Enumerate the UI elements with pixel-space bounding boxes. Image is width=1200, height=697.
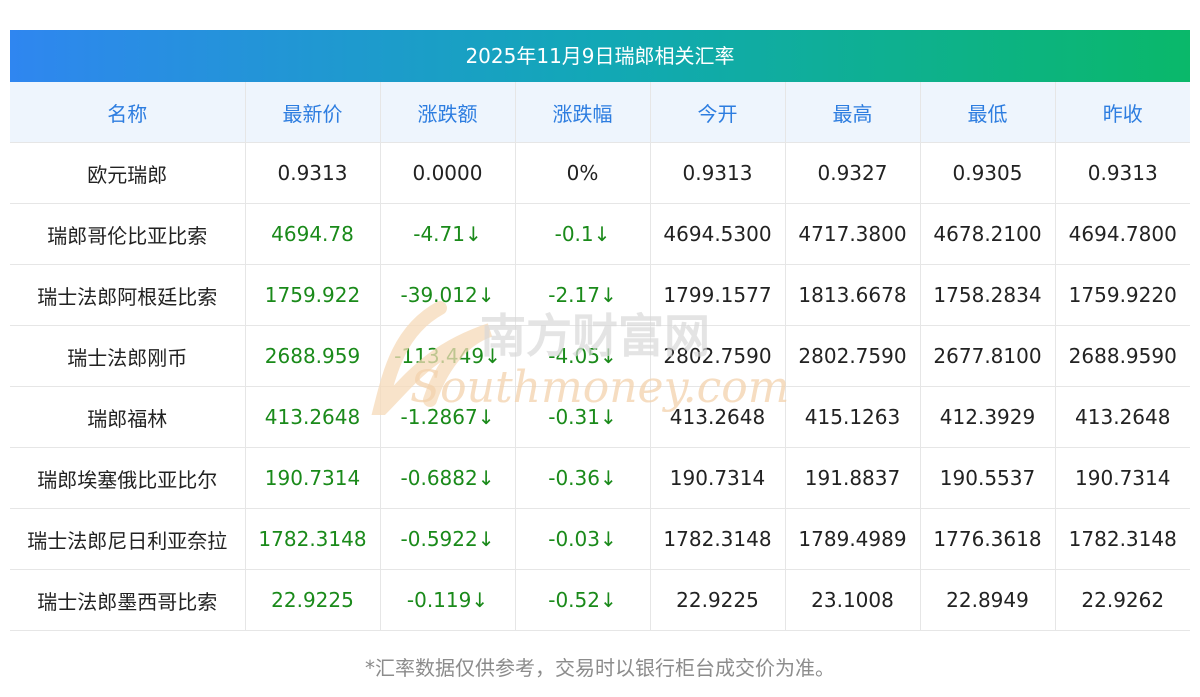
- cell-latest: 0.9313: [245, 142, 381, 204]
- cell-change: -4.71↓: [380, 203, 516, 265]
- cell-latest: 4694.78: [245, 203, 381, 265]
- cell-name: 瑞郎福林: [10, 386, 246, 448]
- cell-low: 412.3929: [920, 386, 1056, 448]
- cell-open: 1799.1577: [650, 264, 786, 326]
- cell-name: 瑞士法郎尼日利亚奈拉: [10, 508, 246, 570]
- cell-low: 1758.2834: [920, 264, 1056, 326]
- cell-low: 2677.8100: [920, 325, 1056, 387]
- rate-table-panel: 2025年11月9日瑞郎相关汇率 名称 最新价 涨跌额 涨跌幅 今开 最高 最低…: [10, 30, 1190, 631]
- cell-high: 415.1263: [785, 386, 921, 448]
- cell-prev-close: 2688.9590: [1055, 325, 1190, 387]
- header-low: 最低: [920, 82, 1056, 143]
- cell-open: 1782.3148: [650, 508, 786, 570]
- cell-prev-close: 413.2648: [1055, 386, 1190, 448]
- cell-open: 0.9313: [650, 142, 786, 204]
- cell-change-pct: -2.17↓: [515, 264, 651, 326]
- table-row: 瑞郎福林 413.2648 -1.2867↓ -0.31↓ 413.2648 4…: [10, 386, 1190, 448]
- cell-change: -0.6882↓: [380, 447, 516, 509]
- header-change-pct: 涨跌幅: [515, 82, 651, 143]
- cell-change-pct: 0%: [515, 142, 651, 204]
- cell-change-pct: -0.1↓: [515, 203, 651, 265]
- cell-open: 190.7314: [650, 447, 786, 509]
- cell-latest: 1782.3148: [245, 508, 381, 570]
- cell-low: 22.8949: [920, 569, 1056, 631]
- table-row: 瑞郎埃塞俄比亚比尔 190.7314 -0.6882↓ -0.36↓ 190.7…: [10, 447, 1190, 509]
- cell-change: -39.012↓: [380, 264, 516, 326]
- cell-high: 4717.3800: [785, 203, 921, 265]
- header-open: 今开: [650, 82, 786, 143]
- cell-low: 4678.2100: [920, 203, 1056, 265]
- table-title: 2025年11月9日瑞郎相关汇率: [10, 30, 1190, 82]
- table-header-row: 名称 最新价 涨跌额 涨跌幅 今开 最高 最低 昨收: [10, 82, 1190, 143]
- table-row: 瑞士法郎墨西哥比索 22.9225 -0.119↓ -0.52↓ 22.9225…: [10, 569, 1190, 631]
- cell-low: 1776.3618: [920, 508, 1056, 570]
- cell-high: 1813.6678: [785, 264, 921, 326]
- cell-open: 413.2648: [650, 386, 786, 448]
- cell-open: 2802.7590: [650, 325, 786, 387]
- cell-change: -0.119↓: [380, 569, 516, 631]
- cell-change: -1.2867↓: [380, 386, 516, 448]
- disclaimer-note: *汇率数据仅供参考，交易时以银行柜台成交价为准。: [365, 656, 835, 680]
- cell-latest: 1759.922: [245, 264, 381, 326]
- cell-open: 22.9225: [650, 569, 786, 631]
- cell-open: 4694.5300: [650, 203, 786, 265]
- header-latest: 最新价: [245, 82, 381, 143]
- cell-high: 191.8837: [785, 447, 921, 509]
- cell-high: 23.1008: [785, 569, 921, 631]
- cell-name: 瑞郎埃塞俄比亚比尔: [10, 447, 246, 509]
- cell-low: 0.9305: [920, 142, 1056, 204]
- cell-change: -113.449↓: [380, 325, 516, 387]
- cell-change-pct: -0.36↓: [515, 447, 651, 509]
- cell-change-pct: -0.52↓: [515, 569, 651, 631]
- cell-latest: 22.9225: [245, 569, 381, 631]
- cell-change-pct: -4.05↓: [515, 325, 651, 387]
- cell-latest: 413.2648: [245, 386, 381, 448]
- cell-name: 欧元瑞郎: [10, 142, 246, 204]
- cell-change: -0.5922↓: [380, 508, 516, 570]
- cell-prev-close: 22.9262: [1055, 569, 1190, 631]
- header-change: 涨跌额: [380, 82, 516, 143]
- table-row: 瑞士法郎阿根廷比索 1759.922 -39.012↓ -2.17↓ 1799.…: [10, 264, 1190, 326]
- header-prev-close: 昨收: [1055, 82, 1190, 143]
- rate-table: 名称 最新价 涨跌额 涨跌幅 今开 最高 最低 昨收 欧元瑞郎 0.9313 0…: [10, 82, 1190, 631]
- cell-high: 2802.7590: [785, 325, 921, 387]
- cell-change-pct: -0.03↓: [515, 508, 651, 570]
- cell-prev-close: 190.7314: [1055, 447, 1190, 509]
- cell-high: 0.9327: [785, 142, 921, 204]
- cell-low: 190.5537: [920, 447, 1056, 509]
- header-high: 最高: [785, 82, 921, 143]
- cell-name: 瑞士法郎阿根廷比索: [10, 264, 246, 326]
- table-row: 瑞士法郎刚币 2688.959 -113.449↓ -4.05↓ 2802.75…: [10, 325, 1190, 387]
- cell-name: 瑞士法郎刚币: [10, 325, 246, 387]
- cell-latest: 190.7314: [245, 447, 381, 509]
- table-row: 瑞士法郎尼日利亚奈拉 1782.3148 -0.5922↓ -0.03↓ 178…: [10, 508, 1190, 570]
- cell-prev-close: 0.9313: [1055, 142, 1190, 204]
- cell-latest: 2688.959: [245, 325, 381, 387]
- cell-change-pct: -0.31↓: [515, 386, 651, 448]
- cell-prev-close: 4694.7800: [1055, 203, 1190, 265]
- cell-name: 瑞郎哥伦比亚比索: [10, 203, 246, 265]
- cell-name: 瑞士法郎墨西哥比索: [10, 569, 246, 631]
- cell-prev-close: 1782.3148: [1055, 508, 1190, 570]
- cell-prev-close: 1759.9220: [1055, 264, 1190, 326]
- table-row: 欧元瑞郎 0.9313 0.0000 0% 0.9313 0.9327 0.93…: [10, 142, 1190, 204]
- header-name: 名称: [10, 82, 246, 143]
- table-row: 瑞郎哥伦比亚比索 4694.78 -4.71↓ -0.1↓ 4694.5300 …: [10, 203, 1190, 265]
- cell-high: 1789.4989: [785, 508, 921, 570]
- cell-change: 0.0000: [380, 142, 516, 204]
